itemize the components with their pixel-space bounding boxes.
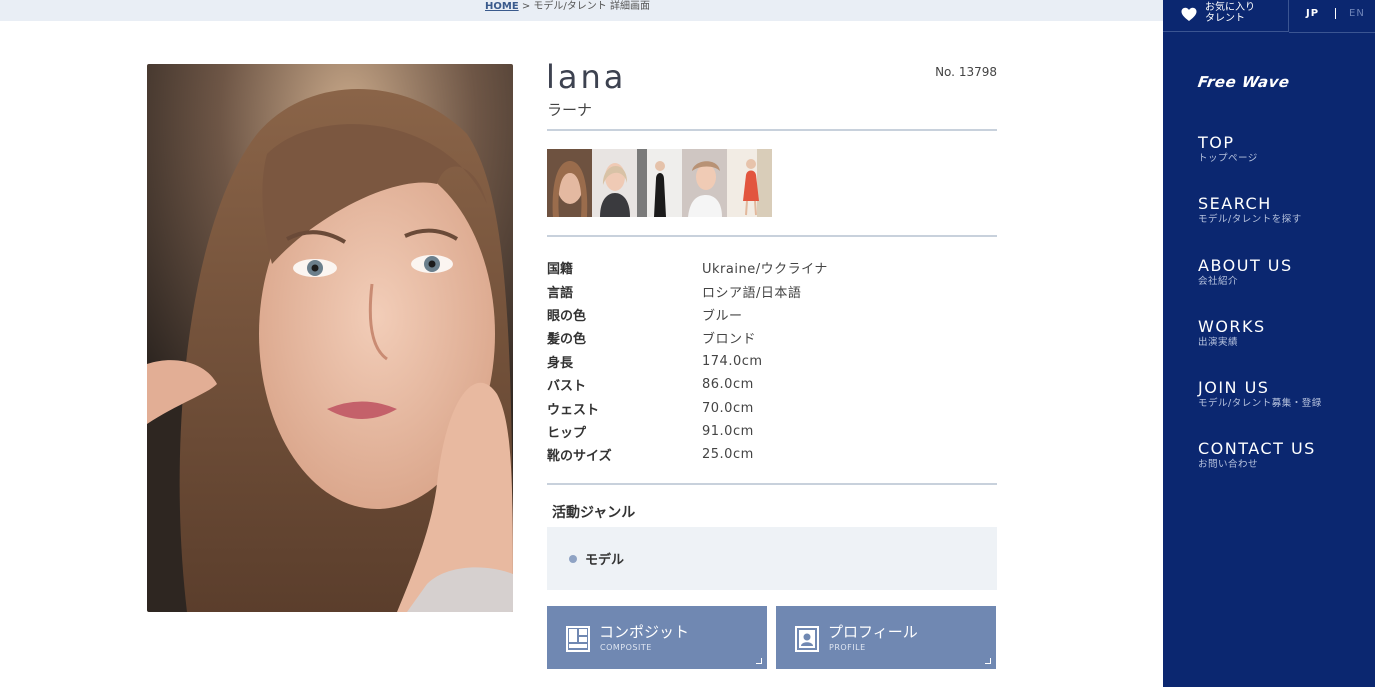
- thumbnail-1[interactable]: [547, 149, 592, 217]
- genre-box: モデル: [547, 527, 997, 590]
- corner-arrow-icon: [756, 658, 762, 664]
- thumbnail-2[interactable]: [592, 149, 637, 217]
- spec-label: バスト: [547, 379, 587, 395]
- breadcrumb-separator: >: [521, 1, 531, 12]
- bullet-icon: [569, 554, 577, 563]
- thumbnail-3[interactable]: [637, 149, 682, 217]
- nav-item-contact-us[interactable]: CONTACT US お問い合わせ: [1198, 439, 1322, 500]
- nav-item-top[interactable]: TOP トップページ: [1198, 133, 1322, 194]
- composite-button[interactable]: コンポジット COMPOSITE: [547, 606, 767, 669]
- divider: [547, 129, 997, 131]
- spec-value: Ukraine/ウクライナ: [702, 262, 828, 278]
- spec-row-eye-color: 眼の色 ブルー: [547, 303, 997, 326]
- spec-table: 国籍 Ukraine/ウクライナ 言語 ロシア語/日本語 眼の色 ブルー 髪の色…: [547, 256, 997, 467]
- spec-row-waist: ウェスト 70.0cm: [547, 396, 997, 419]
- spec-row-height: 身長 174.0cm: [547, 350, 997, 373]
- nav-item-about-us[interactable]: ABOUT US 会社紹介: [1198, 256, 1322, 317]
- profile-label: プロフィール: [828, 623, 918, 641]
- composite-label: コンポジット: [599, 623, 690, 641]
- corner-arrow-icon: [985, 658, 991, 664]
- talent-detail-page: HOME > モデル/タレント 詳細画面 lana ラーナ No. 13798 …: [0, 0, 1375, 687]
- breadcrumb-current: モデル/タレント 詳細画面: [533, 1, 650, 12]
- spec-label: 髪の色: [547, 332, 587, 348]
- spec-value: 174.0cm: [702, 353, 763, 369]
- breadcrumb-bar: HOME > モデル/タレント 詳細画面: [0, 0, 1163, 21]
- spec-label: 身長: [547, 355, 574, 371]
- spec-value: 91.0cm: [702, 423, 754, 439]
- spec-label: 靴のサイズ: [547, 449, 612, 465]
- breadcrumb: HOME > モデル/タレント 詳細画面: [485, 0, 650, 13]
- thumbnail-4[interactable]: [682, 149, 727, 217]
- genre-heading: 活動ジャンル: [552, 505, 636, 521]
- spec-value: ブルー: [702, 308, 743, 324]
- genre-item: モデル: [569, 549, 624, 568]
- thumbnail-strip: [547, 149, 772, 217]
- divider: [1289, 32, 1375, 33]
- spec-value: 25.0cm: [702, 447, 754, 463]
- spec-row-bust: バスト 86.0cm: [547, 373, 997, 396]
- talent-name-en: lana: [546, 58, 627, 96]
- divider: [547, 483, 997, 485]
- profile-button[interactable]: プロフィール PROFILE: [776, 606, 996, 669]
- spec-row-nationality: 国籍 Ukraine/ウクライナ: [547, 256, 997, 279]
- main-profile-photo[interactable]: [147, 64, 513, 612]
- spec-row-hair-color: 髪の色 ブロンド: [547, 326, 997, 349]
- favorites-label: お気に入り タレント: [1205, 2, 1255, 24]
- genre-label: モデル: [585, 553, 625, 568]
- favorites-button[interactable]: お気に入り タレント: [1163, 0, 1289, 32]
- divider: [547, 235, 997, 237]
- lang-jp-button[interactable]: JP: [1306, 8, 1319, 19]
- talent-name-jp: ラーナ: [547, 101, 593, 119]
- sidebar: お気に入り タレント JP EN Free Wave TOP トップページ SE…: [1163, 0, 1375, 687]
- spec-label: ウェスト: [547, 402, 600, 418]
- spec-value: ロシア語/日本語: [702, 285, 802, 301]
- talent-number: No. 13798: [935, 65, 997, 79]
- nav-item-works[interactable]: WORKS 出演実績: [1198, 317, 1322, 378]
- spec-row-hip: ヒップ 91.0cm: [547, 420, 997, 443]
- spec-label: 国籍: [547, 262, 574, 278]
- nav-item-join-us[interactable]: JOIN US モデル/タレント募集・登録: [1198, 378, 1322, 439]
- spec-row-shoe-size: 靴のサイズ 25.0cm: [547, 443, 997, 466]
- lang-separator: [1335, 8, 1336, 19]
- spec-label: ヒップ: [547, 425, 587, 441]
- spec-label: 言語: [547, 285, 574, 301]
- profile-card-icon: [795, 626, 819, 652]
- heart-icon: [1181, 7, 1197, 21]
- site-logo[interactable]: Free Wave: [1197, 73, 1291, 91]
- composite-sublabel: COMPOSITE: [600, 643, 652, 652]
- spec-row-language: 言語 ロシア語/日本語: [547, 279, 997, 302]
- composite-icon: [566, 626, 590, 652]
- spec-label: 眼の色: [547, 308, 587, 324]
- lang-en-button[interactable]: EN: [1349, 8, 1365, 19]
- nav-item-search[interactable]: SEARCH モデル/タレントを探す: [1198, 194, 1322, 255]
- spec-value: 70.0cm: [702, 400, 754, 416]
- spec-value: ブロンド: [702, 332, 757, 348]
- thumbnail-5[interactable]: [727, 149, 772, 217]
- profile-sublabel: PROFILE: [829, 643, 866, 652]
- breadcrumb-home-link[interactable]: HOME: [485, 1, 519, 12]
- spec-value: 86.0cm: [702, 377, 754, 393]
- main-nav: TOP トップページ SEARCH モデル/タレントを探す ABOUT US 会…: [1198, 133, 1322, 501]
